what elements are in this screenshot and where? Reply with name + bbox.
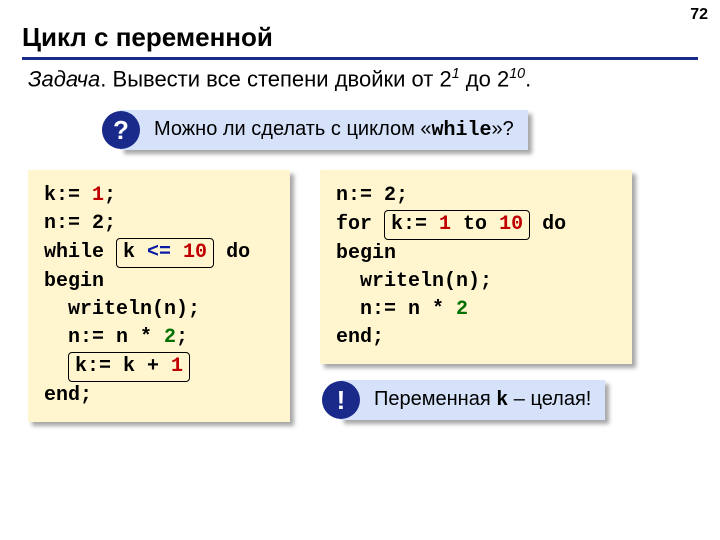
cr-l1: n:= 2; <box>336 184 408 207</box>
cl-l2: n:= 2; <box>44 212 116 235</box>
exp-1: 1 <box>452 66 460 82</box>
task-mid: до 2 <box>460 66 510 91</box>
cl-l6c: ; <box>176 326 188 349</box>
callout-q-text-a: Можно ли сделать с циклом « <box>154 118 432 140</box>
cl-l1a: k:= <box>44 184 92 207</box>
slide-title: Цикл с переменной <box>22 22 698 60</box>
cr-l3: begin <box>336 242 396 265</box>
cl-l6a: n:= n * <box>44 326 164 349</box>
cl-l6b: 2 <box>164 326 176 349</box>
callout-q-text-b: »? <box>492 118 514 140</box>
cl-l5: writeln(n); <box>44 298 200 321</box>
callout-ex-text-b: – целая! <box>508 388 591 410</box>
cr-l2-hl-c: to <box>451 213 499 236</box>
code-for: n:= 2; for k:= 1 to 10 do begin writeln(… <box>320 170 632 364</box>
cl-l1c: ; <box>104 184 116 207</box>
cl-l3b: do <box>214 241 250 264</box>
cl-l3-hl-a: k <box>123 241 147 264</box>
cl-l3-hl: k <= 10 <box>116 238 214 268</box>
callout-question: ? Можно ли сделать с циклом «while»? <box>120 110 528 150</box>
cl-l3-hl-op: <= <box>147 241 171 264</box>
cl-l7-indent <box>44 355 68 378</box>
cr-l2a: for <box>336 213 384 236</box>
cr-l2b: do <box>530 213 566 236</box>
cr-l2-hl-b: 1 <box>439 213 451 236</box>
cl-l3a: while <box>44 241 116 264</box>
task-body-a: . Вывести все степени двойки от 2 <box>100 66 451 91</box>
task-label: Задача <box>28 66 100 91</box>
cr-l5b: 2 <box>456 298 468 321</box>
code-while: k:= 1; n:= 2; while k <= 10 do begin wri… <box>28 170 290 422</box>
question-icon: ? <box>102 111 140 149</box>
cr-l5a: n:= n * <box>336 298 456 321</box>
cl-l8: end; <box>44 384 92 407</box>
cl-l7-hl: k:= k + 1 <box>68 352 190 382</box>
cl-l7-hl-a: k:= k + <box>75 355 171 378</box>
cl-l7-hl-b: 1 <box>171 355 183 378</box>
callout-q-mono: while <box>432 119 492 142</box>
cr-l2-hl-d: 10 <box>499 213 523 236</box>
task-end: . <box>525 66 531 91</box>
task-text: Задача. Вывести все степени двойки от 21… <box>28 66 531 92</box>
cl-l4: begin <box>44 270 104 293</box>
callout-ex-mono: k <box>496 389 508 412</box>
callout-ex-text-a: Переменная <box>374 388 496 410</box>
cr-l4: writeln(n); <box>336 270 492 293</box>
cl-l1b: 1 <box>92 184 104 207</box>
cl-l3-hl-b: 10 <box>171 241 207 264</box>
cr-l2-hl-a: k:= <box>391 213 439 236</box>
exclaim-icon: ! <box>322 381 360 419</box>
callout-exclaim: ! Переменная k – целая! <box>340 380 605 420</box>
cr-l6: end; <box>336 326 384 349</box>
exp-2: 10 <box>509 66 525 82</box>
cr-l2-hl: k:= 1 to 10 <box>384 210 530 240</box>
